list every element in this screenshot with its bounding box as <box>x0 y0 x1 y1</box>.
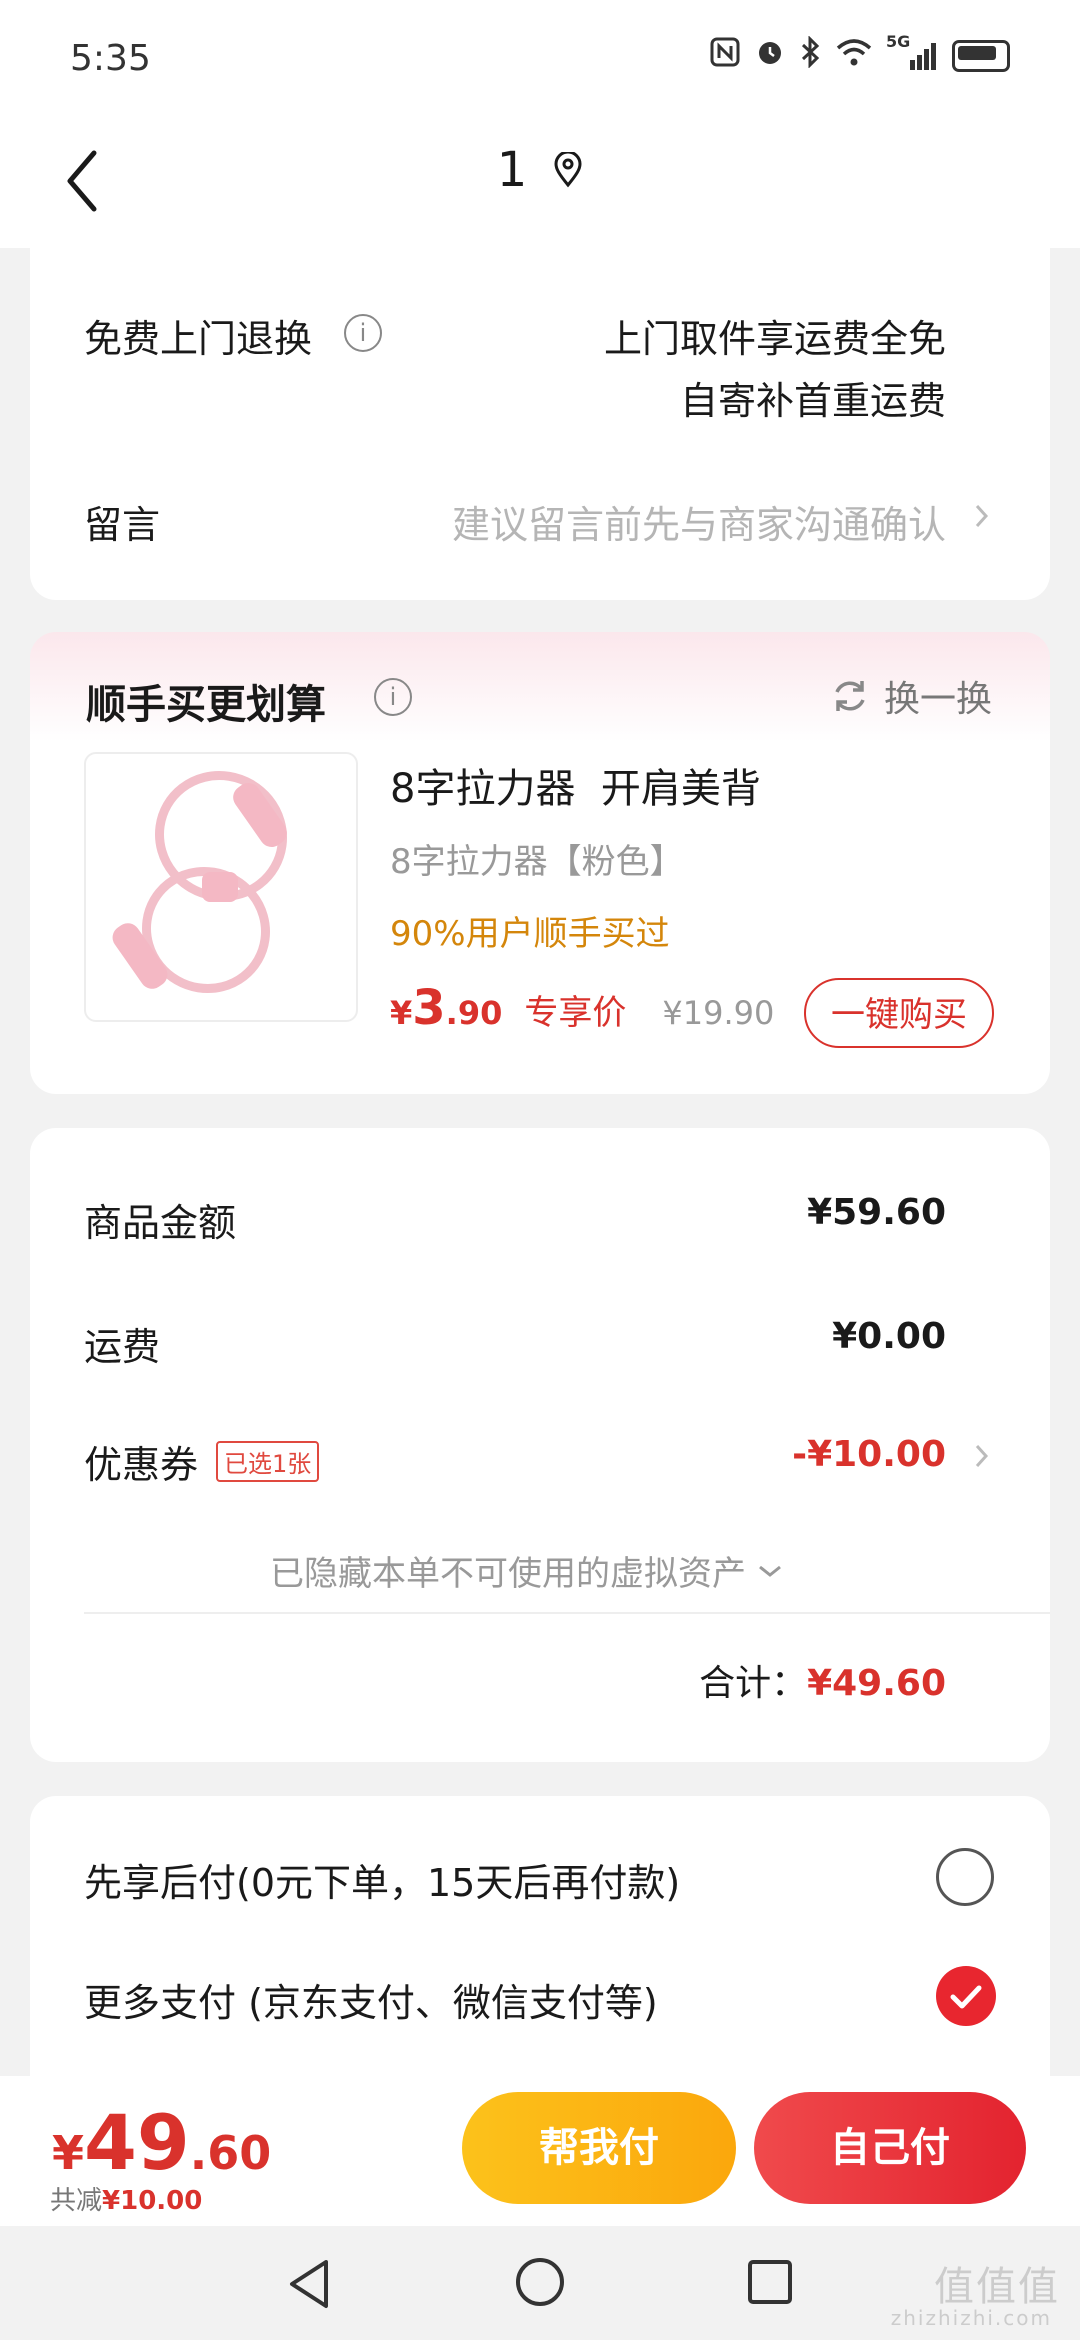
hidden-assets-toggle[interactable]: 已隐藏本单不可使用的虚拟资产 <box>270 1546 784 1595</box>
price-decimal: .90 <box>445 994 503 1032</box>
status-time: 5:35 <box>70 38 151 79</box>
total-row: 合计： ¥49.60 <box>699 1654 946 1706</box>
return-service-label: 免费上门退换 <box>84 317 313 361</box>
bottom-price-symbol: ¥ <box>52 2126 85 2180</box>
product-image[interactable] <box>84 752 358 1022</box>
shipping-label: 运费 <box>84 1325 161 1369</box>
shipping-value: ¥0.00 <box>832 1316 946 1357</box>
signal-icon: 5G <box>886 32 938 72</box>
info-icon[interactable]: i <box>344 314 382 352</box>
bluetooth-icon <box>800 35 822 76</box>
help-pay-button[interactable]: 帮我付 <box>462 2092 736 2204</box>
watermark-url: zhizhizhi.com <box>890 2306 1052 2330</box>
alarm-icon <box>754 36 786 76</box>
coupon-row[interactable]: 优惠券 已选1张 <box>84 1434 320 1489</box>
more-payment-radio[interactable] <box>936 1966 996 2026</box>
original-price: ¥19.90 <box>662 994 775 1032</box>
discount-value: ¥10.00 <box>102 2186 203 2216</box>
bottom-price-integer: 49 <box>84 2098 190 2187</box>
total-label: 合计： <box>699 1663 808 1704</box>
coupon-tag: 已选1张 <box>216 1441 320 1482</box>
goods-amount-label: 商品金额 <box>84 1201 237 1245</box>
location-pin-icon[interactable] <box>553 152 583 188</box>
chevron-right-icon <box>972 498 992 538</box>
bundle-title: 顺手买更划算 <box>86 682 326 728</box>
nav-home-icon[interactable] <box>514 2256 566 2312</box>
checkmark-icon <box>950 1985 982 2009</box>
price-symbol: ¥ <box>390 994 413 1032</box>
nav-back-icon[interactable] <box>284 2256 334 2316</box>
chevron-right-icon <box>972 1438 992 1478</box>
watermark-logo: 值值值 <box>934 2264 1060 2310</box>
return-service-line1: 上门取件享运费全免 <box>603 317 946 361</box>
bottom-discount: 共减¥10.00 <box>50 2180 202 2217</box>
return-service-line2: 自寄补首重运费 <box>679 379 946 423</box>
self-pay-button[interactable]: 自己付 <box>754 2092 1026 2204</box>
discount-label: 共减 <box>50 2186 103 2216</box>
refresh-icon <box>835 681 865 711</box>
nfc-icon <box>710 37 740 75</box>
bottom-price: ¥ 49 .60 <box>52 2098 271 2187</box>
battery-icon <box>952 40 1010 72</box>
nav-recents-icon[interactable] <box>746 2258 794 2310</box>
price-integer: 3 <box>412 980 446 1036</box>
status-icons: 5G <box>710 32 1010 76</box>
more-payment-option[interactable]: 更多支付 (京东支付、微信支付等) <box>84 1972 658 2027</box>
wifi-icon <box>836 37 872 75</box>
product-variant: 8字拉力器【粉色】 <box>390 842 684 882</box>
payment-card <box>30 1796 1050 2096</box>
coupon-value[interactable]: -¥10.00 <box>792 1434 946 1475</box>
social-proof: 90%用户顺手买过 <box>390 914 670 954</box>
bundle-price: ¥ 3 .90 专享价 ¥19.90 <box>390 980 774 1036</box>
pay-later-option[interactable]: 先享后付(0元下单，15天后再付款) <box>84 1852 680 1907</box>
swap-label: 换一换 <box>884 679 993 720</box>
divider <box>84 1612 1050 1614</box>
message-label: 留言 <box>84 503 161 547</box>
coupon-label: 优惠券 <box>84 1443 199 1487</box>
total-value: ¥49.60 <box>807 1663 946 1704</box>
chevron-down-icon <box>759 1565 781 1577</box>
page-title: 1 <box>496 142 528 198</box>
swap-button[interactable]: 换一换 <box>830 670 992 722</box>
hidden-assets-text: 已隐藏本单不可使用的虚拟资产 <box>270 1554 746 1594</box>
info-icon[interactable]: i <box>374 678 412 716</box>
bottom-price-decimal: .60 <box>189 2126 272 2180</box>
page-title-area: 1 <box>0 142 1080 198</box>
one-click-buy-button[interactable]: 一键购买 <box>804 978 994 1048</box>
product-name[interactable]: 8字拉力器 开肩美背 <box>390 756 761 814</box>
message-input[interactable]: 建议留言前先与商家沟通确认 <box>452 494 946 549</box>
price-tag: 专享价 <box>524 993 627 1033</box>
goods-amount-value: ¥59.60 <box>807 1192 946 1233</box>
pay-later-radio[interactable] <box>936 1848 994 1906</box>
